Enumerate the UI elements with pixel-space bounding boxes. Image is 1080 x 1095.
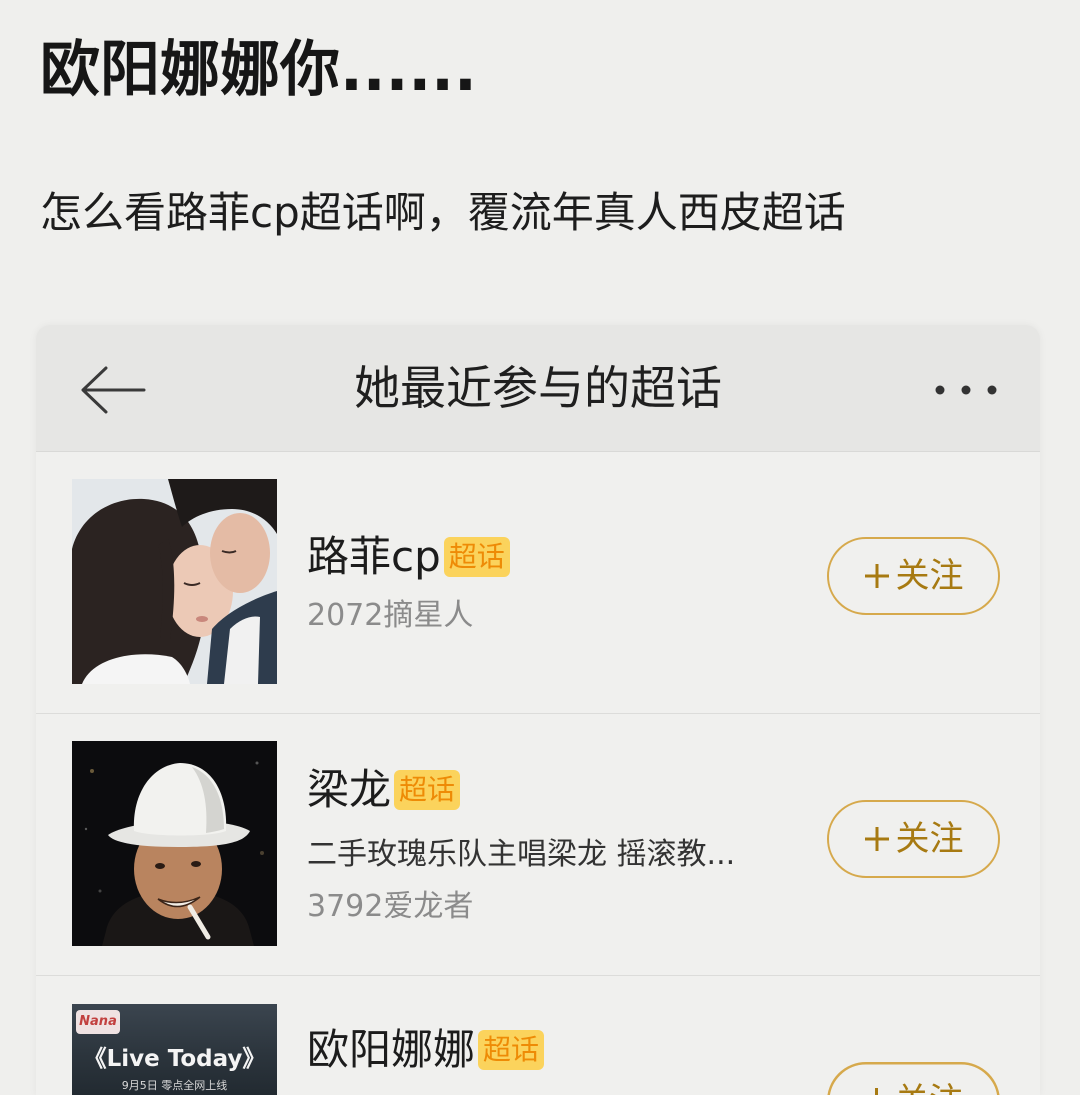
thumbnail-title: 《Live Today》 — [83, 1046, 266, 1072]
follow-button[interactable]: 关注 — [827, 800, 1000, 878]
follower-count: 2072摘星人 — [307, 598, 474, 633]
topic-name: 梁龙 — [307, 765, 392, 814]
follow-button[interactable]: 关注 — [827, 1062, 1000, 1095]
arrow-left-stroke — [81, 366, 146, 414]
arrow-left-icon[interactable] — [80, 365, 146, 415]
super-topic-badge: 超话 — [443, 537, 510, 577]
topic-thumbnail: Nana 《Live Today》 9月5日 零点全网上线 — [72, 1004, 277, 1095]
plus-stroke — [864, 827, 889, 851]
list-item[interactable]: Nana 《Live Today》 9月5日 零点全网上线 欧阳娜娜 超话 关注 — [36, 976, 1040, 1095]
bokeh-dot — [98, 889, 102, 893]
follow-button[interactable]: 关注 — [827, 537, 1000, 615]
more-dots-icon[interactable] — [935, 384, 997, 396]
dot — [961, 385, 971, 395]
bokeh-dot — [90, 769, 94, 773]
photo-lips — [196, 616, 208, 622]
bokeh-dot — [260, 851, 264, 855]
thumbnail-logo: Nana — [76, 1010, 120, 1034]
super-topic-badge: 超话 — [478, 1030, 545, 1070]
topic-title-line: 路菲cp 超话 — [307, 532, 510, 582]
dot — [987, 385, 997, 395]
super-topic-badge: 超话 — [394, 770, 461, 810]
topic-description: 二手玫瑰乐队主唱梁龙 摇滚教... — [307, 837, 736, 872]
dot — [935, 385, 945, 395]
topic-thumbnail-image — [72, 741, 277, 946]
list-item[interactable]: 路菲cp 超话 2072摘星人 关注 — [36, 452, 1040, 714]
photo-eye-left — [155, 863, 165, 869]
post-body: 怎么看路菲cp超话啊，覆流年真人西皮超话 — [40, 188, 846, 237]
topic-thumbnail — [72, 479, 277, 684]
thumbnail-caption: 9月5日 零点全网上线 — [121, 1079, 228, 1092]
topic-page-header: 她最近参与的超话 — [36, 325, 1040, 452]
topic-name: 路菲cp — [307, 532, 441, 581]
photo-eye-right — [191, 861, 201, 867]
topic-list: 路菲cp 超话 2072摘星人 关注 梁龙 超话 二手玫瑰乐队主唱梁龙 摇滚教.… — [36, 452, 1040, 1095]
follow-label: 关注 — [895, 1062, 963, 1095]
plus-stroke — [864, 564, 889, 588]
topic-title-line: 欧阳娜娜 超话 — [307, 1025, 545, 1075]
topic-thumbnail-image — [72, 479, 277, 684]
plus-icon — [864, 827, 889, 851]
topic-thumbnail — [72, 741, 277, 946]
photo-face-right — [210, 513, 270, 593]
plus-icon — [864, 564, 889, 588]
topic-title-line: 梁龙 超话 — [307, 765, 461, 815]
header-title: 她最近参与的超话 — [354, 361, 722, 415]
post-title: 欧阳娜娜你...... — [40, 35, 477, 105]
embedded-topic-screenshot: 她最近参与的超话 路菲cp 超话 2072摘星人 关注 梁龙 超话 二手玫瑰乐队… — [36, 325, 1040, 1095]
follower-count: 3792爱龙者 — [307, 889, 474, 924]
bokeh-dot — [255, 761, 259, 765]
follow-label: 关注 — [895, 819, 964, 859]
bokeh-dot — [84, 827, 88, 831]
topic-name: 欧阳娜娜 — [307, 1025, 476, 1074]
list-item[interactable]: 梁龙 超话 二手玫瑰乐队主唱梁龙 摇滚教... 3792爱龙者 关注 — [36, 714, 1040, 976]
follow-label: 关注 — [895, 556, 964, 596]
